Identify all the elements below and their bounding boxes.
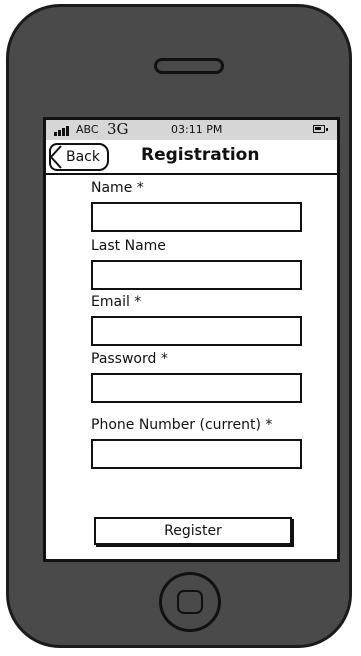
last-name-label: Last Name — [91, 238, 166, 254]
page-title: Registration — [141, 145, 260, 165]
phone-number-input[interactable] — [91, 439, 302, 469]
back-chevron-icon — [50, 145, 62, 169]
signal-icon — [54, 126, 69, 136]
register-button[interactable]: Register — [94, 517, 292, 545]
home-square-icon — [177, 590, 203, 614]
speaker-slot — [154, 58, 224, 74]
status-bar: ABC 3G 03:11 PM — [46, 120, 337, 140]
battery-icon — [313, 125, 328, 133]
name-input[interactable] — [91, 202, 302, 232]
password-input[interactable] — [91, 373, 302, 403]
navigation-bar: Back Registration — [46, 140, 337, 175]
last-name-input[interactable] — [91, 260, 302, 290]
back-button[interactable]: Back — [49, 143, 109, 171]
phone-screen: ABC 3G 03:11 PM Back Registration Name *… — [43, 117, 340, 562]
network-type: 3G — [107, 120, 129, 138]
home-button[interactable] — [159, 572, 221, 632]
name-label: Name * — [91, 180, 144, 196]
password-label: Password * — [91, 351, 168, 367]
carrier-name: ABC — [76, 123, 99, 136]
phone-frame: ABC 3G 03:11 PM Back Registration Name *… — [6, 4, 352, 648]
status-time: 03:11 PM — [171, 123, 223, 136]
email-label: Email * — [91, 294, 142, 310]
email-input[interactable] — [91, 316, 302, 346]
phone-number-label: Phone Number (current) * — [91, 417, 273, 433]
back-button-label: Back — [66, 149, 100, 165]
